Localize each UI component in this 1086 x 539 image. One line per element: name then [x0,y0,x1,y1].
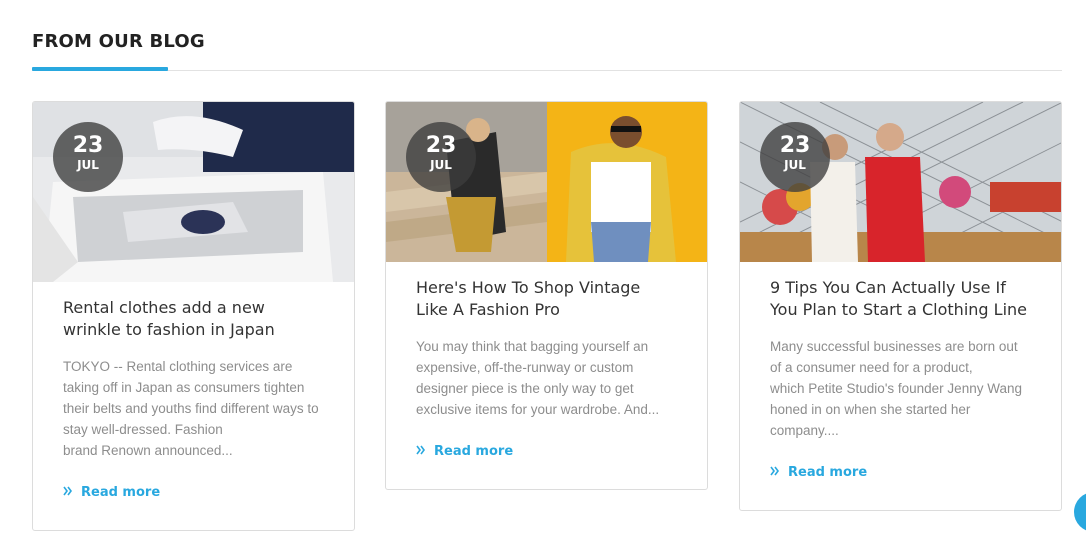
blog-section-header: FROM OUR BLOG [32,28,1062,71]
post-image[interactable]: 23 JUL [740,102,1061,262]
post-title[interactable]: Here's How To Shop Vintage Like A Fashio… [416,277,677,321]
header-divider [32,70,1062,71]
date-badge: 23 JUL [53,122,123,192]
date-badge: 23 JUL [406,122,476,192]
read-more-link[interactable]: Read more [63,485,160,500]
read-more-link[interactable]: Read more [416,444,513,459]
read-more-link[interactable]: Read more [770,465,867,480]
blog-card: 23 JUL Here's How To Shop Vintage Like A… [385,101,708,490]
post-excerpt: You may think that bagging yourself an e… [416,339,660,417]
date-day: 23 [779,133,811,158]
date-day: 23 [72,133,104,158]
double-chevron-right-icon [63,485,77,500]
post-excerpt: Many successful businesses are born out … [770,339,1022,438]
header-accent-bar [32,67,168,71]
read-more-label: Read more [434,444,514,459]
post-image[interactable]: 23 JUL [386,102,707,262]
post-excerpt: TOKYO -- Rental clothing services are ta… [63,359,319,458]
date-day: 23 [425,133,457,158]
read-more-label: Read more [81,485,161,500]
double-chevron-right-icon [416,444,430,459]
post-title[interactable]: Rental clothes add a new wrinkle to fash… [63,297,324,341]
post-image[interactable]: 23 JUL [33,102,354,282]
date-month: JUL [784,158,806,172]
post-title[interactable]: 9 Tips You Can Actually Use If You Plan … [770,277,1031,321]
blog-card: 23 JUL 9 Tips You Can Actually Use If Yo… [739,101,1062,511]
date-badge: 23 JUL [760,122,830,192]
section-title: FROM OUR BLOG [32,31,205,52]
blog-card: 23 JUL Rental clothes add a new wrinkle … [32,101,355,531]
read-more-label: Read more [788,465,868,480]
double-chevron-right-icon [770,465,784,480]
scroll-top-button[interactable] [1074,492,1086,532]
date-month: JUL [430,158,452,172]
date-month: JUL [77,158,99,172]
